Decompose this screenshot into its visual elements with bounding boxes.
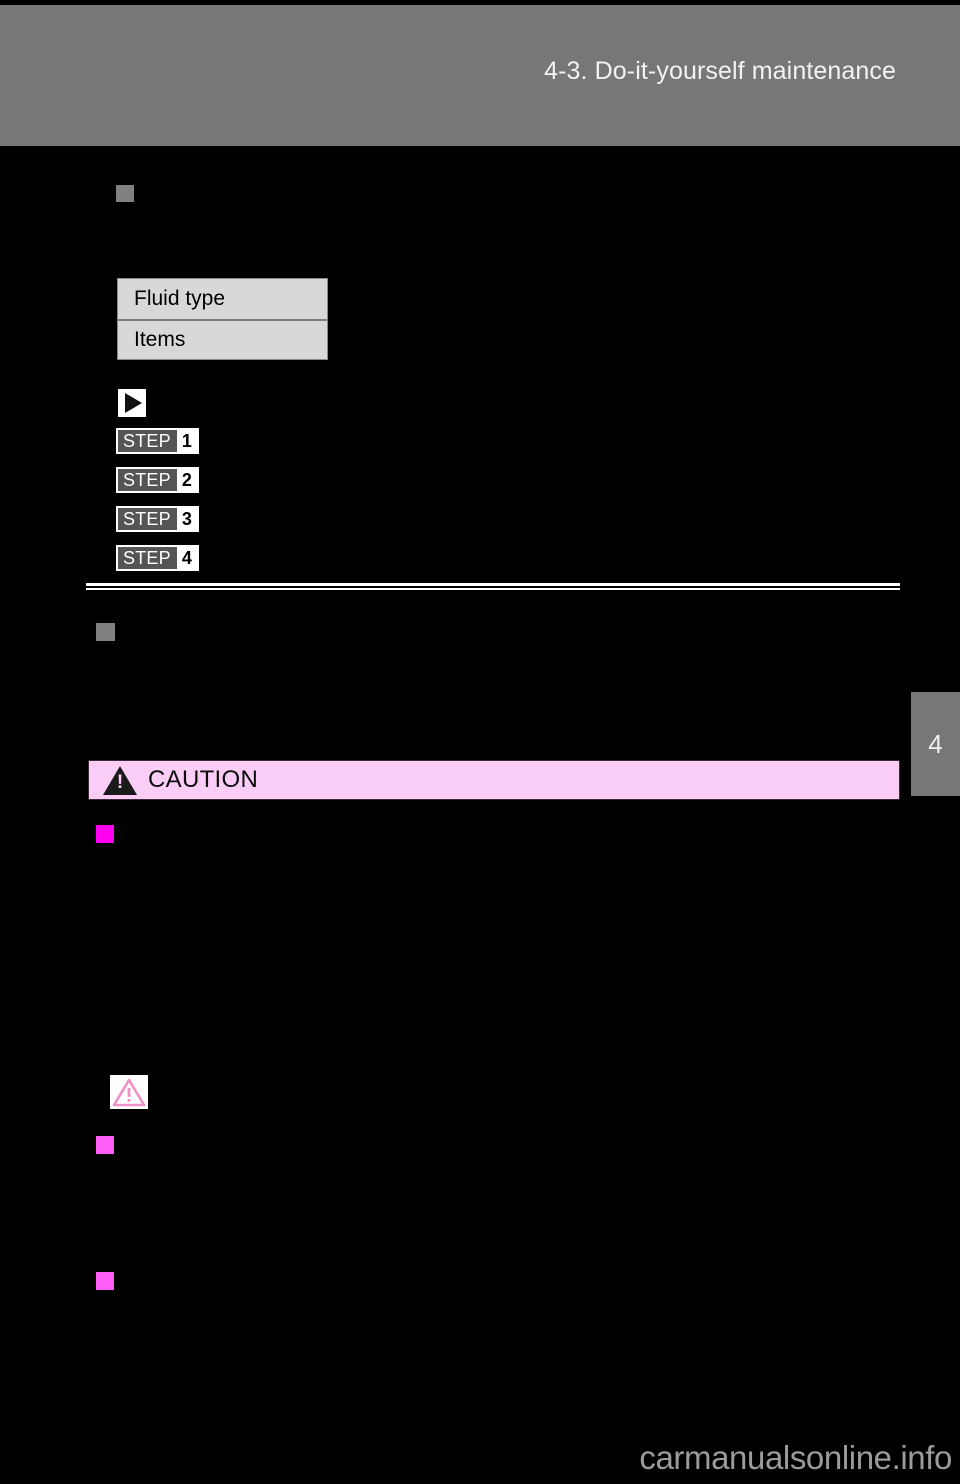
step-badge-label: STEP: [118, 547, 177, 569]
caution-bullet-icon-1: [96, 825, 114, 843]
play-triangle-glyph: [124, 393, 142, 413]
caution-label: CAUTION: [148, 766, 259, 793]
step-badge-4: STEP 4: [116, 545, 199, 571]
section-divider: [86, 583, 900, 590]
step-badge-label: STEP: [118, 430, 177, 452]
table-row: Items: [118, 319, 327, 359]
site-watermark: carmanualsonline.info: [639, 1439, 952, 1476]
play-triangle-icon: [118, 389, 146, 417]
pink-warning-triangle-icon: [110, 1075, 148, 1109]
section-bullet-icon-2: [96, 623, 115, 641]
table-cell-label: Fluid type: [134, 287, 226, 310]
step-badge-label: STEP: [118, 508, 177, 530]
step-badge-number: 4: [176, 547, 197, 569]
page-title: 4-3. Do-it-yourself maintenance: [544, 57, 896, 85]
step-badge-2: STEP 2: [116, 467, 199, 493]
step-badge-1: STEP 1: [116, 428, 199, 454]
section-bullet-icon-1: [116, 185, 134, 202]
table-row: Fluid type: [118, 279, 327, 319]
step-badge-number: 1: [176, 430, 197, 452]
pink-warning-triangle-glyph: [112, 1078, 146, 1107]
warning-triangle-icon: [103, 765, 137, 795]
table-cell-label: Items: [134, 328, 186, 351]
caution-bullet-icon-3: [96, 1272, 114, 1290]
step-badge-label: STEP: [118, 469, 177, 491]
divider-line-thin: [86, 588, 900, 590]
step-badge-3: STEP 3: [116, 506, 199, 532]
step-badge-number: 3: [176, 508, 197, 530]
spec-table: Fluid type Items: [117, 278, 328, 360]
step-badge-number: 2: [176, 469, 197, 491]
caution-bullet-icon-2: [96, 1136, 114, 1154]
divider-line-thick: [86, 583, 900, 586]
caution-banner: CAUTION: [88, 760, 900, 800]
chapter-tab: 4: [911, 692, 960, 796]
